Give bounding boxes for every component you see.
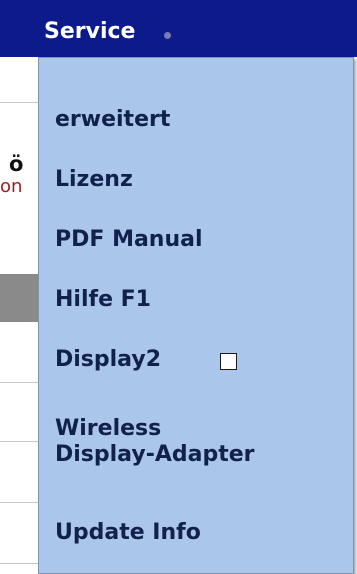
menu-indicator-icon — [164, 32, 171, 39]
menu-item-hilfe[interactable]: Hilfe F1 — [55, 286, 151, 314]
menu-item-lizenz[interactable]: Lizenz — [55, 166, 133, 194]
background-gray-bar — [0, 274, 40, 322]
menu-item-display2[interactable]: Display2 — [55, 346, 161, 374]
divider — [0, 563, 40, 564]
divider — [0, 502, 40, 503]
divider — [0, 441, 40, 442]
menu-bar: Service — [0, 0, 357, 57]
menu-item-pdf-manual[interactable]: PDF Manual — [55, 226, 203, 254]
background-text: ö — [9, 152, 24, 176]
service-menu-title[interactable]: Service — [44, 18, 135, 46]
menu-item-wireless[interactable]: Wireless — [55, 415, 161, 443]
divider — [0, 382, 40, 383]
menu-item-update-info[interactable]: Update Info — [55, 519, 201, 547]
divider — [0, 102, 40, 103]
menu-item-display-adapter[interactable]: Display-Adapter — [55, 441, 254, 469]
background-text-red: on — [0, 176, 23, 197]
service-dropdown-menu: erweitert Lizenz PDF Manual Hilfe F1 Dis… — [38, 57, 354, 574]
menu-item-erweitert[interactable]: erweitert — [55, 106, 170, 134]
display2-checkbox[interactable] — [220, 353, 237, 370]
